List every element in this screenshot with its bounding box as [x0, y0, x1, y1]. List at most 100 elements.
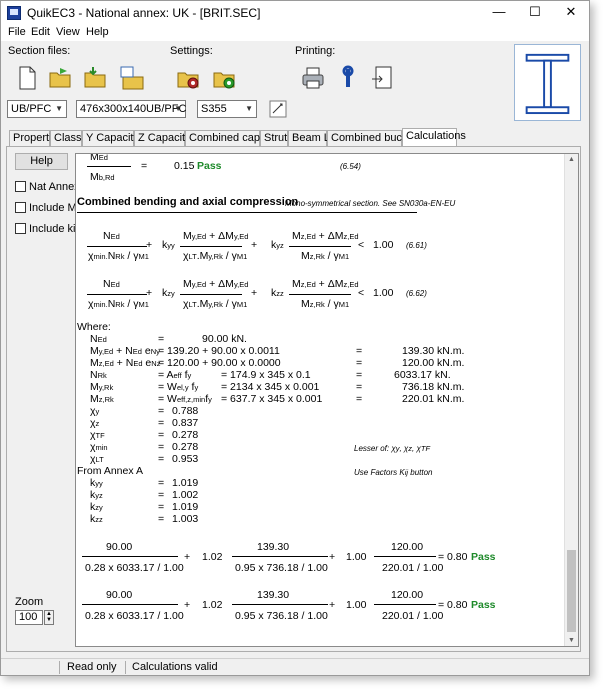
- new-file-icon[interactable]: [14, 65, 40, 91]
- r2-num3: 120.00: [391, 589, 424, 601]
- calculation-document: MEd Mb,Rd = 0.15 Pass (6.54) Combined be…: [75, 153, 579, 647]
- zoom-label: Zoom: [15, 596, 44, 608]
- settings-label: Settings:: [170, 45, 213, 57]
- tab-beam-lt[interactable]: Beam LT: [288, 130, 336, 146]
- chevron-down-icon: ▼: [245, 104, 253, 113]
- menu-file[interactable]: File: [8, 26, 26, 38]
- tab-strut[interactable]: Strut: [260, 130, 288, 146]
- kyy-value: 1.019: [172, 477, 199, 489]
- mzrk-result: 220.01 kN.m.: [402, 393, 465, 405]
- nat-annex-label: Nat Annex: [29, 181, 80, 193]
- nat-annex-checkbox[interactable]: Nat Annex: [15, 181, 80, 193]
- section-size-select[interactable]: 476x300x140UB/PFC ▼: [76, 100, 186, 118]
- print-setup-icon[interactable]: [335, 65, 361, 91]
- mz-expression: = 120.00 + 90.00 x 0.0000: [158, 357, 281, 369]
- r2-k1: 1.02: [202, 599, 223, 611]
- top-equals: =: [141, 160, 148, 172]
- settings-save-icon[interactable]: [212, 65, 238, 91]
- lesser-of-note: Lesser of: χy, χz, χTF: [354, 444, 431, 453]
- kzz-value: 1.003: [172, 513, 199, 525]
- r1-k2: 1.00: [346, 551, 367, 563]
- r2-result: = 0.80: [438, 599, 468, 611]
- eq1-lt: <: [358, 239, 365, 251]
- ned-value: 90.00 kN.: [202, 333, 247, 345]
- menu-edit[interactable]: Edit: [31, 26, 50, 38]
- include-kij-checkbox[interactable]: Include kij: [15, 223, 78, 235]
- r1-result: = 0.80: [438, 551, 468, 563]
- r1-num2: 139.30: [257, 541, 290, 553]
- eq1-num2: My,Ed + ΔMy,Ed: [183, 230, 249, 242]
- section-size-value: 476x300x140UB/PFC: [80, 103, 187, 115]
- steel-grade-select[interactable]: S355 ▼: [197, 100, 257, 118]
- menu-bar: File Edit View Help: [1, 25, 589, 41]
- custom-section-icon[interactable]: [269, 100, 287, 118]
- tab-z-capacity[interactable]: Z Capacity: [134, 130, 191, 146]
- include-kij-label: Include kij: [29, 223, 78, 235]
- eq2-num1: NEd: [103, 278, 120, 290]
- eq2-limit: 1.00: [373, 287, 394, 299]
- scrollbar-thumb[interactable]: [567, 550, 576, 632]
- mz-result: 120.00 kN.m.: [402, 357, 465, 369]
- kzy-value: 1.019: [172, 501, 199, 513]
- open-folder-icon[interactable]: [48, 65, 74, 91]
- chi-y-value: 0.788: [172, 405, 199, 417]
- top-pass: Pass: [197, 160, 222, 172]
- tab-combined-capacity[interactable]: Combined capacity: [185, 130, 283, 146]
- clause-661: (6.61): [406, 241, 427, 250]
- scroll-down-icon[interactable]: ▼: [568, 637, 575, 644]
- minimize-button[interactable]: —: [481, 1, 517, 25]
- chi-z-value: 0.837: [172, 417, 199, 429]
- r1-pass: Pass: [471, 551, 496, 563]
- tab-class[interactable]: Class: [50, 130, 82, 146]
- zoom-input[interactable]: 100: [15, 610, 43, 625]
- clause-662: (6.62): [406, 289, 427, 298]
- myrk-result: 736.18 kN.m.: [402, 381, 465, 393]
- printing-label: Printing:: [295, 45, 336, 57]
- printer-icon[interactable]: [300, 65, 326, 91]
- tab-combined-buckling[interactable]: Combined buckling: [327, 130, 425, 146]
- section-type-select[interactable]: UB/PFC ▼: [7, 100, 67, 118]
- eq1-den3: Mz,Rk / γM1: [301, 250, 350, 262]
- tab-y-capacity[interactable]: Y Capacity: [82, 130, 139, 146]
- eq2-num3: Mz,Ed + ΔMz,Ed: [292, 278, 359, 290]
- settings-folder-icon[interactable]: [176, 65, 202, 91]
- vertical-scrollbar[interactable]: ▲ ▼: [564, 154, 578, 646]
- calculations-panel: Help Nat Annex Include Mcr Include kij Z…: [6, 146, 581, 652]
- tab-properties[interactable]: Properties: [9, 130, 63, 146]
- r2-num1: 90.00: [106, 589, 133, 601]
- save-folder-icon[interactable]: [83, 65, 109, 91]
- print-preview-icon[interactable]: [370, 65, 396, 91]
- save-as-folder-icon[interactable]: [119, 65, 145, 91]
- scroll-up-icon[interactable]: ▲: [568, 156, 575, 163]
- zoom-spinner[interactable]: ▲ ▼: [44, 610, 54, 625]
- eq1-k2: kyz: [271, 239, 284, 251]
- steel-grade-value: S355: [201, 103, 227, 115]
- section-files-label: Section files:: [8, 45, 71, 57]
- mzrk-expression: = 637.7 x 345 x 0.001: [221, 393, 323, 405]
- window-title: QuikEC3 - National annex: UK - [BRIT.SEC…: [27, 6, 261, 20]
- chi-lt-value: 0.953: [172, 453, 199, 465]
- maximize-button[interactable]: ☐: [517, 1, 553, 25]
- menu-help[interactable]: Help: [86, 26, 109, 38]
- nrk-expression: = 174.9 x 345 x 0.1: [221, 369, 311, 381]
- tab-calculations[interactable]: Calculations: [402, 128, 466, 146]
- my-expression: = 139.20 + 90.00 x 0.0011: [158, 345, 280, 357]
- ibeam-logo: [514, 44, 581, 121]
- close-button[interactable]: ✕: [553, 1, 589, 25]
- eq1-limit: 1.00: [373, 239, 394, 251]
- status-bar: Read only Calculations valid: [1, 658, 589, 675]
- help-button[interactable]: Help: [15, 153, 68, 170]
- title-bar: QuikEC3 - National annex: UK - [BRIT.SEC…: [1, 1, 589, 25]
- eq2-num2: My,Ed + ΔMy,Ed: [183, 278, 249, 290]
- r1-num3: 120.00: [391, 541, 424, 553]
- eq2-den1: χmin.NRk / γM1: [88, 298, 149, 310]
- menu-view[interactable]: View: [56, 26, 80, 38]
- eq1-k1: kyy: [162, 239, 175, 251]
- eq1-den2: χLT.My,Rk / γM1: [183, 250, 248, 262]
- r1-den1: 0.28 x 6033.17 / 1.00: [85, 562, 184, 574]
- clause-654: (6.54): [340, 162, 361, 171]
- use-factors-note: Use Factors Kij button: [354, 468, 433, 477]
- chi-tf-value: 0.278: [172, 429, 199, 441]
- status-calculations: Calculations valid: [132, 661, 218, 673]
- kyz-value: 1.002: [172, 489, 199, 501]
